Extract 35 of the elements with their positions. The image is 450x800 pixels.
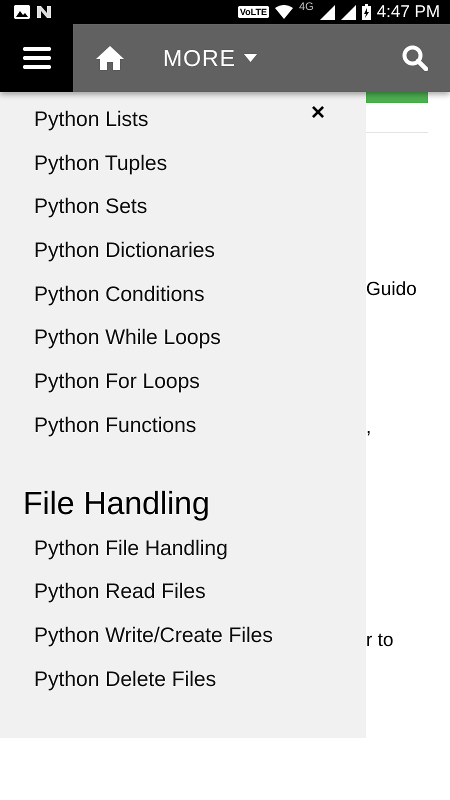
caret-icon xyxy=(244,54,257,62)
page-text: , xyxy=(366,417,372,439)
battery-icon xyxy=(362,4,371,20)
network-type: 4G xyxy=(299,1,314,13)
page-text: Guido xyxy=(366,279,418,301)
page-text: r to xyxy=(366,630,394,652)
menu-button[interactable] xyxy=(0,24,73,92)
menu-item[interactable]: Python Lists xyxy=(0,106,148,150)
menu-item[interactable]: Python Conditions xyxy=(0,280,204,324)
image-icon xyxy=(14,5,30,19)
clock: 4:47 PM xyxy=(376,2,440,22)
menu-item[interactable]: Python Delete Files xyxy=(0,666,216,710)
menu-item[interactable]: Python Read Files xyxy=(0,578,206,622)
menu-item[interactable]: Python File Handling xyxy=(0,534,228,578)
signal-icon xyxy=(320,4,335,20)
menu-item[interactable]: Python Sets xyxy=(0,193,148,238)
search-button[interactable] xyxy=(402,45,428,71)
close-button[interactable]: × xyxy=(311,102,326,124)
signal-icon xyxy=(340,4,356,20)
volte-indicator: VoLTE xyxy=(238,6,269,18)
menu-item[interactable]: Python For Loops xyxy=(0,368,200,412)
menu-item[interactable]: Python Write/Create Files xyxy=(0,622,273,666)
menu-heading: File Handling xyxy=(23,484,211,520)
button-edge xyxy=(366,92,428,103)
menu-icon xyxy=(22,47,50,69)
menu-item[interactable]: Python While Loops xyxy=(0,324,221,368)
menu-item[interactable]: Python Tuples xyxy=(0,150,168,194)
search-icon xyxy=(402,45,428,71)
menu-item[interactable]: Python Dictionaries xyxy=(0,237,215,281)
n-logo-icon xyxy=(36,5,52,19)
home-button[interactable] xyxy=(95,45,125,71)
menu-item[interactable]: Python Functions xyxy=(0,412,196,456)
wifi-icon xyxy=(275,5,293,19)
more-dropdown[interactable]: MORE xyxy=(163,44,257,72)
home-icon xyxy=(95,45,125,71)
